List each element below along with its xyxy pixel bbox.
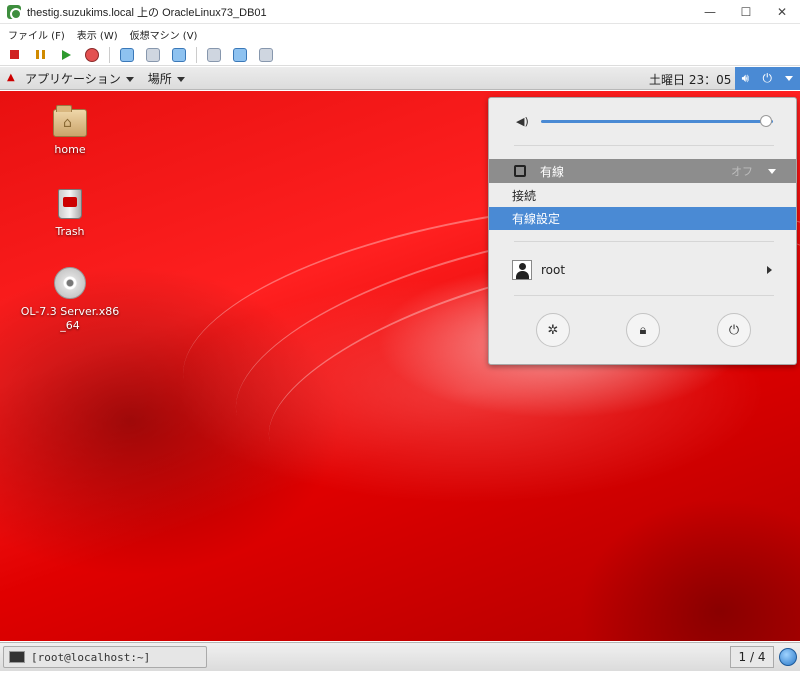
guest-bottom-panel: [root@localhost:~] 1 / 4 (0, 642, 800, 670)
menu-vm[interactable]: 仮想マシン (V) (130, 27, 198, 42)
terminal-icon (9, 651, 25, 663)
places-label: 場所 (147, 71, 172, 86)
connect-icon (259, 47, 273, 62)
snapshot-icon (120, 47, 134, 62)
desktop-icon-label: OL-7.3 Server.x86_64 (20, 305, 120, 332)
menu-file[interactable]: ファイル (F) (8, 27, 65, 42)
places-menu[interactable]: 場所 (148, 70, 185, 87)
applications-menu[interactable]: アプリケーション (25, 70, 134, 87)
divider (514, 145, 774, 146)
reset-icon (85, 47, 99, 62)
toolbar-separator (196, 46, 197, 63)
chevron-down-icon (768, 168, 776, 174)
start-button[interactable] (57, 46, 75, 64)
minimize-button[interactable]: — (692, 0, 728, 24)
ctrl-alt-del-icon (207, 47, 221, 62)
guest-top-panel: ▲ アプリケーション 場所 土曜日 23：05 🔊︎ ⏻ (0, 67, 800, 90)
volume-icon: 🔊︎ (741, 71, 750, 85)
settings-icon (233, 47, 247, 62)
window-controls: — ☐ ✕ (692, 0, 800, 24)
volume-icon: ◀︎) (516, 115, 529, 128)
user-avatar-icon (512, 260, 532, 280)
applications-label: アプリケーション (25, 71, 121, 86)
revert-button[interactable] (144, 46, 162, 64)
desktop-icon-label: home (54, 143, 86, 156)
host-toolbar (0, 44, 800, 66)
house-icon: ⌂ (63, 115, 72, 131)
ctrl-alt-del-button[interactable] (205, 46, 223, 64)
clock[interactable]: 土曜日 23：05 (649, 71, 731, 88)
window-titlebar: thestig.suzukims.local 上の OracleLinux73_… (0, 0, 800, 24)
divider (514, 295, 774, 296)
wired-network-menu[interactable]: 有線 オフ (489, 159, 796, 183)
lock-button[interactable]: 🔒︎ (626, 313, 660, 347)
chevron-down-icon (125, 76, 134, 82)
power-icon: ⏻ (762, 71, 773, 85)
manage-snapshot-button[interactable] (170, 46, 188, 64)
settings-icon: ✲ (547, 322, 559, 338)
system-status-area[interactable]: 🔊︎ ⏻ (735, 67, 800, 90)
wired-label: 有線 (540, 164, 565, 179)
snapshot-button[interactable] (118, 46, 136, 64)
connect-button[interactable] (257, 46, 275, 64)
maximize-button[interactable]: ☐ (728, 0, 764, 24)
wired-state: オフ (731, 165, 753, 178)
chevron-down-icon (176, 76, 185, 82)
workspace-indicator[interactable]: 1 / 4 (730, 646, 774, 668)
dvd-icon (54, 267, 86, 299)
chevron-right-icon (767, 266, 772, 274)
wired-network-icon (514, 165, 526, 177)
chevron-down-icon (785, 76, 794, 81)
power-icon: ⏻ (728, 322, 740, 338)
menu-item-connect[interactable]: 接続 (489, 184, 796, 207)
pause-button[interactable] (31, 46, 49, 64)
toolbar-separator (109, 46, 110, 63)
vm-connection-icon (7, 4, 22, 20)
settings-button[interactable] (231, 46, 249, 64)
host-menubar: ファイル (F) 表示 (W) 仮想マシン (V) (0, 24, 800, 44)
volume-slider-handle[interactable] (760, 115, 773, 127)
desktop-icon-home[interactable]: ⌂ home (20, 105, 120, 156)
close-button[interactable]: ✕ (764, 0, 800, 24)
home-folder-icon: ⌂ (53, 105, 87, 137)
menu-view[interactable]: 表示 (W) (77, 27, 118, 42)
taskbar-window-terminal[interactable]: [root@localhost:~] (3, 646, 207, 668)
divider (514, 241, 774, 242)
oracle-logo-icon: ▲ (7, 72, 15, 83)
reset-button[interactable] (83, 46, 101, 64)
start-icon (61, 49, 71, 60)
trash-icon (58, 189, 82, 219)
revert-icon (146, 47, 160, 62)
host-status-strip (0, 670, 800, 685)
window-title: thestig.suzukims.local 上の OracleLinux73_… (27, 6, 267, 19)
notification-icon[interactable] (779, 648, 797, 666)
settings-button[interactable]: ✲ (536, 313, 570, 347)
system-menu-popup: ◀︎) 有線 オフ 接続 有線設定 root ✲ 🔒︎ ⏻ (488, 97, 797, 365)
power-off-button[interactable]: ⏻ (717, 313, 751, 347)
lock-icon: 🔒︎ (639, 322, 647, 338)
menu-item-wired-settings[interactable]: 有線設定 (489, 207, 796, 230)
desktop-icon-label: Trash (55, 225, 85, 238)
desktop-icon-dvd[interactable]: OL-7.3 Server.x86_64 (20, 267, 120, 333)
stop-button[interactable] (5, 46, 23, 64)
manage-snapshot-icon (172, 47, 186, 62)
volume-slider[interactable] (541, 120, 773, 123)
user-menu-item[interactable]: root (489, 258, 796, 282)
user-name: root (541, 263, 566, 277)
task-label: [root@localhost:~] (31, 650, 151, 664)
desktop-icon-trash[interactable]: Trash (20, 189, 120, 238)
stop-icon (9, 50, 19, 59)
pause-icon (35, 50, 45, 59)
